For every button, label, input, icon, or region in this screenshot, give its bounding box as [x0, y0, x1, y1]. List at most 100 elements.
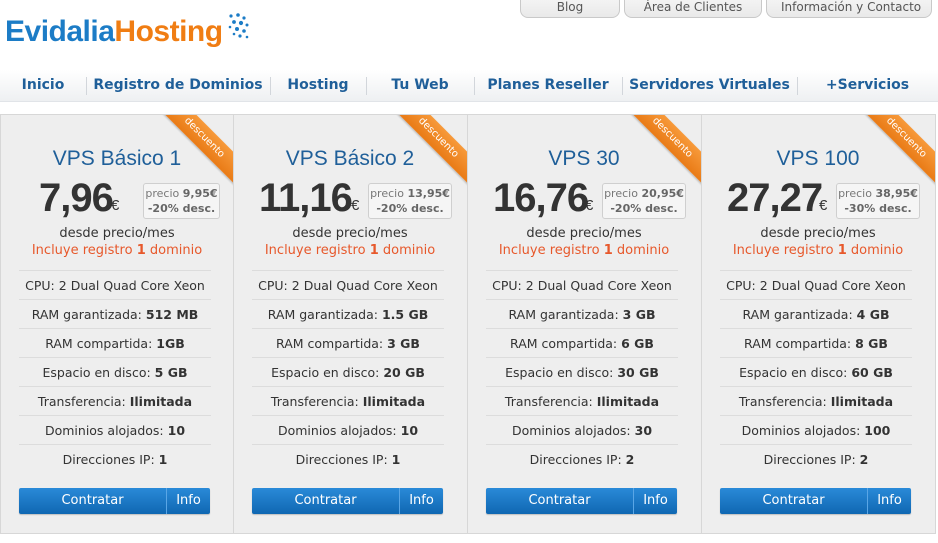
feature-cpu: CPU: 2 Dual Quad Core Xeon — [486, 270, 678, 299]
info-button[interactable]: Info — [166, 488, 210, 514]
plan-title: VPS Básico 2 — [285, 147, 415, 170]
contratar-button[interactable]: Contratar — [486, 488, 633, 514]
old-price: 38,95€ — [875, 187, 918, 200]
old-price-label: precio — [838, 187, 872, 200]
feature-list: CPU: 2 Dual Quad Core Xeon RAM garantiza… — [252, 270, 444, 473]
plans-grid: descuento VPS Básico 1 7,96 € precio 9,9… — [0, 114, 938, 536]
feature-ram-garantizada: RAM garantizada: 3 GB — [486, 299, 678, 328]
site-header: EvidaliaHosting Blog Área de Clientes In… — [0, 0, 938, 70]
feature-ips: Direcciones IP: 1 — [252, 444, 444, 473]
nav-item-mas-servicios[interactable]: +Servicios — [797, 70, 938, 102]
plan-card: descuento VPS 100 27,27 € precio 38,95€ … — [702, 114, 936, 534]
discount-text: -20% desc. — [376, 202, 444, 215]
feature-ram-compartida: RAM compartida: 1GB — [19, 328, 211, 357]
plan-actions: Contratar Info — [19, 488, 210, 514]
includes-domain: Incluye registro 1 dominio — [498, 243, 670, 258]
price-currency: € — [111, 197, 120, 214]
feature-list: CPU: 2 Dual Quad Core Xeon RAM garantiza… — [486, 270, 678, 473]
includes-domain: Incluye registro 1 dominio — [264, 243, 436, 258]
plan-price: 27,27 — [727, 176, 823, 220]
feature-ips: Direcciones IP: 1 — [19, 444, 211, 473]
feature-list: CPU: 2 Dual Quad Core Xeon RAM garantiza… — [19, 270, 211, 473]
info-button[interactable]: Info — [633, 488, 677, 514]
discount-text: -20% desc. — [147, 202, 216, 215]
price-period: desde precio/mes — [526, 226, 642, 241]
feature-ram-compartida: RAM compartida: 8 GB — [720, 328, 912, 357]
old-price-label: precio — [145, 187, 180, 200]
price-period: desde precio/mes — [59, 226, 175, 241]
nav-item-planes-reseller[interactable]: Planes Reseller — [474, 70, 622, 102]
old-price-box: precio 9,95€ -20% desc. — [143, 183, 220, 219]
old-price-label: precio — [604, 187, 638, 200]
old-price-box: precio 38,95€ -30% desc. — [836, 183, 920, 219]
nav-item-registro-dominios[interactable]: Registro de Dominios — [86, 70, 270, 102]
site-logo[interactable]: EvidaliaHosting — [5, 12, 251, 52]
nav-item-servidores-virtuales[interactable]: Servidores Virtuales — [622, 70, 797, 102]
plan-actions: Contratar Info — [252, 488, 443, 514]
top-tab-blog[interactable]: Blog — [520, 0, 620, 18]
feature-disk: Espacio en disco: 60 GB — [720, 357, 912, 386]
plan-price: 7,96 — [39, 176, 114, 220]
feature-domains: Dominios alojados: 10 — [19, 415, 211, 444]
plan-title: VPS 100 — [776, 147, 860, 170]
price-currency: € — [351, 197, 360, 214]
feature-disk: Espacio en disco: 30 GB — [486, 357, 678, 386]
old-price: 9,95€ — [182, 187, 218, 200]
plan-price: 11,16 — [259, 176, 353, 220]
price-period: desde precio/mes — [760, 226, 876, 241]
price-period: desde precio/mes — [292, 226, 408, 241]
nav-item-tu-web[interactable]: Tu Web — [366, 70, 474, 102]
feature-cpu: CPU: 2 Dual Quad Core Xeon — [720, 270, 912, 299]
includes-domain: Incluye registro 1 dominio — [732, 243, 904, 258]
feature-disk: Espacio en disco: 5 GB — [19, 357, 211, 386]
feature-cpu: CPU: 2 Dual Quad Core Xeon — [252, 270, 444, 299]
feature-ram-garantizada: RAM garantizada: 512 MB — [19, 299, 211, 328]
top-tab-informacion-contacto[interactable]: Información y Contacto — [766, 0, 932, 18]
feature-transfer: Transferencia: Ilimitada — [486, 386, 678, 415]
contratar-button[interactable]: Contratar — [19, 488, 166, 514]
feature-domains: Dominios alojados: 10 — [252, 415, 444, 444]
plan-title: VPS Básico 1 — [52, 147, 182, 170]
old-price: 20,95€ — [641, 187, 684, 200]
plan-title: VPS 30 — [548, 147, 620, 170]
info-button[interactable]: Info — [867, 488, 911, 514]
plan-card: descuento VPS Básico 1 7,96 € precio 9,9… — [0, 114, 234, 534]
contratar-button[interactable]: Contratar — [252, 488, 399, 514]
includes-domain: Incluye registro 1 dominio — [31, 243, 203, 258]
feature-transfer: Transferencia: Ilimitada — [720, 386, 912, 415]
price-currency: € — [819, 197, 828, 214]
top-tabs: Blog Área de Clientes Información y Cont… — [516, 0, 932, 20]
nav-item-hosting[interactable]: Hosting — [270, 70, 366, 102]
info-button[interactable]: Info — [399, 488, 443, 514]
feature-ram-garantizada: RAM garantizada: 1.5 GB — [252, 299, 444, 328]
main-nav: Inicio Registro de Dominios Hosting Tu W… — [0, 70, 938, 102]
feature-transfer: Transferencia: Ilimitada — [19, 386, 211, 415]
discount-text: -30% desc. — [844, 202, 912, 215]
plan-actions: Contratar Info — [486, 488, 677, 514]
feature-ram-compartida: RAM compartida: 6 GB — [486, 328, 678, 357]
plan-card: descuento VPS Básico 2 11,16 € precio 13… — [234, 114, 468, 534]
old-price-box: precio 20,95€ -20% desc. — [602, 183, 686, 219]
top-tab-area-clientes[interactable]: Área de Clientes — [624, 0, 762, 18]
feature-ips: Direcciones IP: 2 — [720, 444, 912, 473]
feature-domains: Dominios alojados: 100 — [720, 415, 912, 444]
nav-item-inicio[interactable]: Inicio — [0, 70, 86, 102]
logo-dots-icon — [228, 13, 249, 39]
old-price-label: precio — [370, 187, 404, 200]
feature-ips: Direcciones IP: 2 — [486, 444, 678, 473]
feature-cpu: CPU: 2 Dual Quad Core Xeon — [19, 270, 211, 299]
logo-text-hosting: Hosting — [114, 15, 223, 48]
feature-disk: Espacio en disco: 20 GB — [252, 357, 444, 386]
plan-card: descuento VPS 30 16,76 € precio 20,95€ -… — [468, 114, 702, 534]
plan-actions: Contratar Info — [720, 488, 911, 514]
feature-list: CPU: 2 Dual Quad Core Xeon RAM garantiza… — [720, 270, 912, 473]
feature-domains: Dominios alojados: 30 — [486, 415, 678, 444]
contratar-button[interactable]: Contratar — [720, 488, 867, 514]
feature-ram-compartida: RAM compartida: 3 GB — [252, 328, 444, 357]
old-price: 13,95€ — [407, 187, 450, 200]
price-currency: € — [585, 197, 594, 214]
discount-text: -20% desc. — [610, 202, 678, 215]
logo-text-evidalia: Evidalia — [5, 15, 115, 48]
feature-transfer: Transferencia: Ilimitada — [252, 386, 444, 415]
old-price-box: precio 13,95€ -20% desc. — [368, 183, 452, 219]
